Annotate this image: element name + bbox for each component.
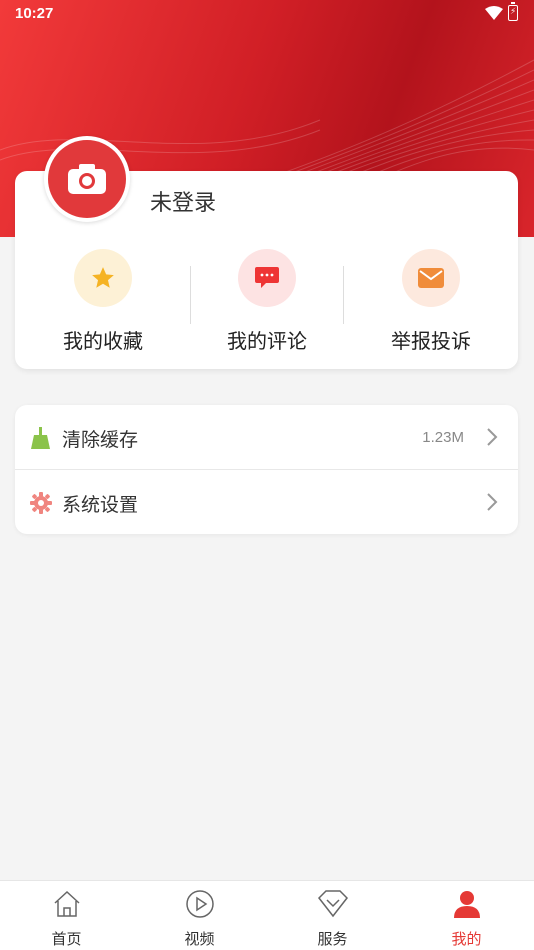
tab-mine[interactable]: 我的 xyxy=(400,881,533,950)
avatar[interactable] xyxy=(44,136,130,222)
system-settings-row[interactable]: 系统设置 xyxy=(15,470,518,534)
report-button[interactable]: 举报投诉 xyxy=(347,246,515,356)
tab-service[interactable]: 服务 xyxy=(266,881,399,950)
star-icon xyxy=(74,249,132,307)
camera-icon xyxy=(68,164,106,194)
quick-actions: 我的收藏 我的评论 举报投诉 xyxy=(15,246,518,356)
login-label[interactable]: 未登录 xyxy=(150,185,216,217)
report-label: 举报投诉 xyxy=(391,329,471,353)
clear-cache-label: 清除缓存 xyxy=(62,429,139,451)
comments-label: 我的评论 xyxy=(227,329,307,353)
wifi-icon xyxy=(485,6,503,24)
broom-icon xyxy=(29,426,53,450)
user-icon xyxy=(452,889,482,923)
gear-icon xyxy=(29,491,53,515)
mail-icon xyxy=(402,249,460,307)
battery-icon: ⚡ xyxy=(508,2,518,21)
comments-button[interactable]: 我的评论 xyxy=(183,246,351,356)
cache-size: 1.23M xyxy=(422,429,464,446)
tab-service-label: 服务 xyxy=(317,930,348,948)
play-icon xyxy=(185,889,215,923)
diamond-icon xyxy=(317,889,349,923)
tab-home-label: 首页 xyxy=(51,930,82,948)
tab-home[interactable]: 首页 xyxy=(0,881,133,950)
tab-video-label: 视频 xyxy=(184,930,215,948)
status-time: 10:27 xyxy=(15,5,54,22)
home-icon xyxy=(52,889,82,923)
tab-mine-label: 我的 xyxy=(451,930,482,948)
settings-menu: 清除缓存 1.23M 系统设置 xyxy=(15,405,518,534)
chevron-right-icon xyxy=(486,427,498,451)
divider xyxy=(343,266,344,324)
clear-cache-row[interactable]: 清除缓存 1.23M xyxy=(15,405,518,469)
chevron-right-icon xyxy=(486,492,498,516)
tab-video[interactable]: 视频 xyxy=(133,881,266,950)
status-bar: 10:27 ⚡ xyxy=(0,0,534,28)
comment-icon xyxy=(238,249,296,307)
system-settings-label: 系统设置 xyxy=(62,494,139,516)
favorites-button[interactable]: 我的收藏 xyxy=(19,246,187,356)
favorites-label: 我的收藏 xyxy=(63,329,143,353)
bottom-tab-bar: 首页 视频 服务 我的 xyxy=(0,880,534,950)
